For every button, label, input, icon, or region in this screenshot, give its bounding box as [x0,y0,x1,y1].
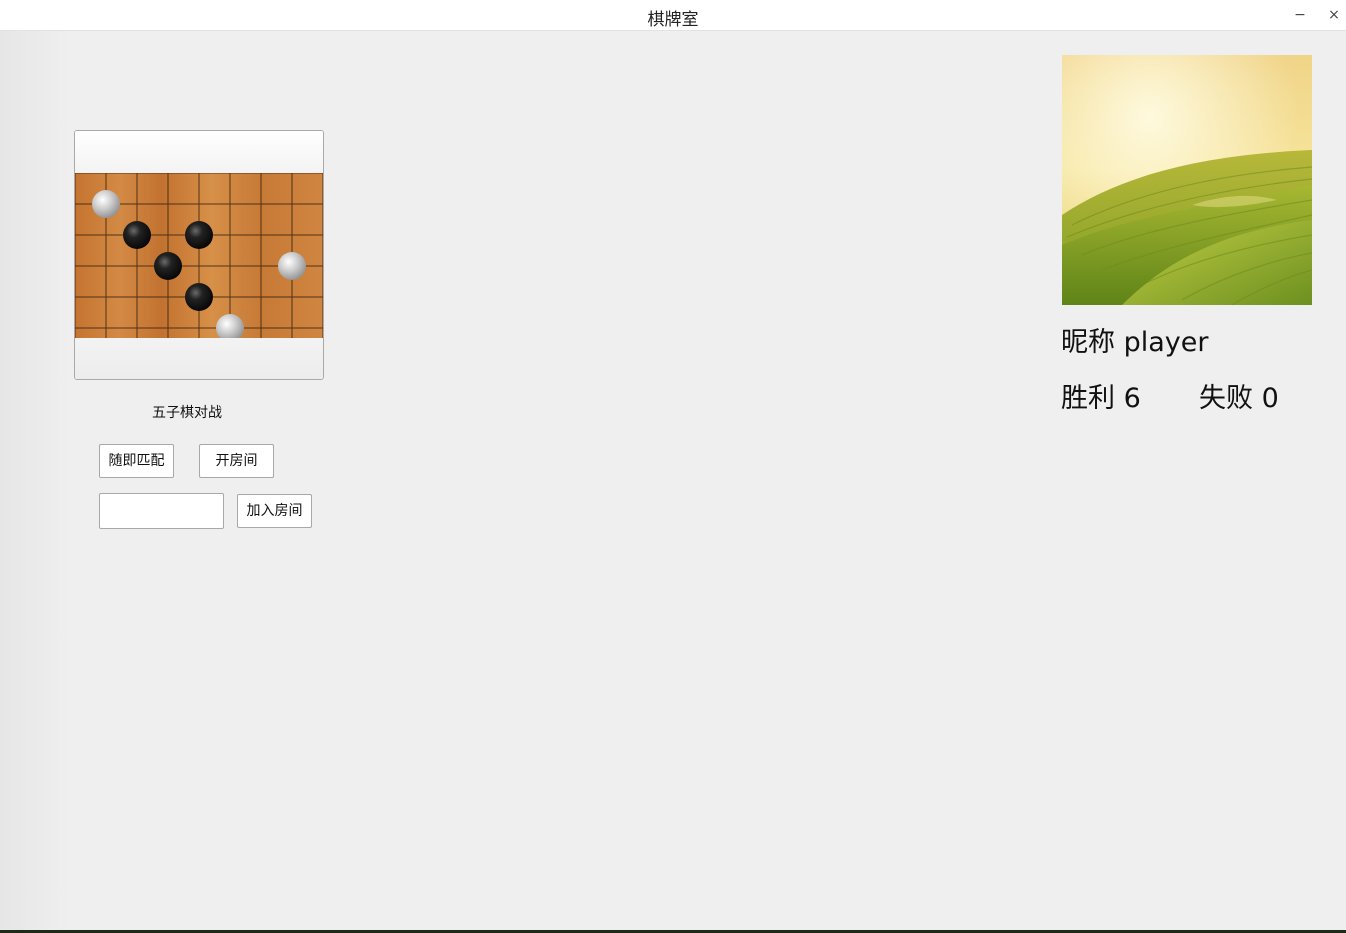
avatar [1062,55,1312,305]
close-icon[interactable]: × [1324,5,1344,25]
black-stone [154,252,182,280]
left-edge-shade [0,31,70,930]
gomoku-board-preview [75,173,323,338]
app-window: 棋牌室 − × 五子棋对战 随即匹配 开房间 加入房间 昵称 player 胜利… [0,0,1346,930]
black-stone [185,221,213,249]
join-room-button[interactable]: 加入房间 [237,494,312,528]
random-match-button[interactable]: 随即匹配 [99,444,174,478]
wins-label: 胜利 6 [1061,383,1141,414]
white-stone [92,190,120,218]
open-room-button[interactable]: 开房间 [199,444,274,478]
game-title-label: 五子棋对战 [152,405,222,421]
black-stone [123,221,151,249]
title-bar[interactable]: 棋牌室 − × [0,0,1346,31]
nickname-label: 昵称 player [1061,327,1209,358]
losses-label: 失败 0 [1199,383,1279,414]
gomoku-game-card[interactable] [74,130,324,380]
black-stone [185,283,213,311]
minimize-icon[interactable]: − [1290,5,1310,25]
card-top-panel [75,131,323,173]
window-title: 棋牌室 [647,10,699,30]
white-stone [278,252,306,280]
card-bottom-panel [75,338,323,379]
room-number-input[interactable] [99,493,224,529]
